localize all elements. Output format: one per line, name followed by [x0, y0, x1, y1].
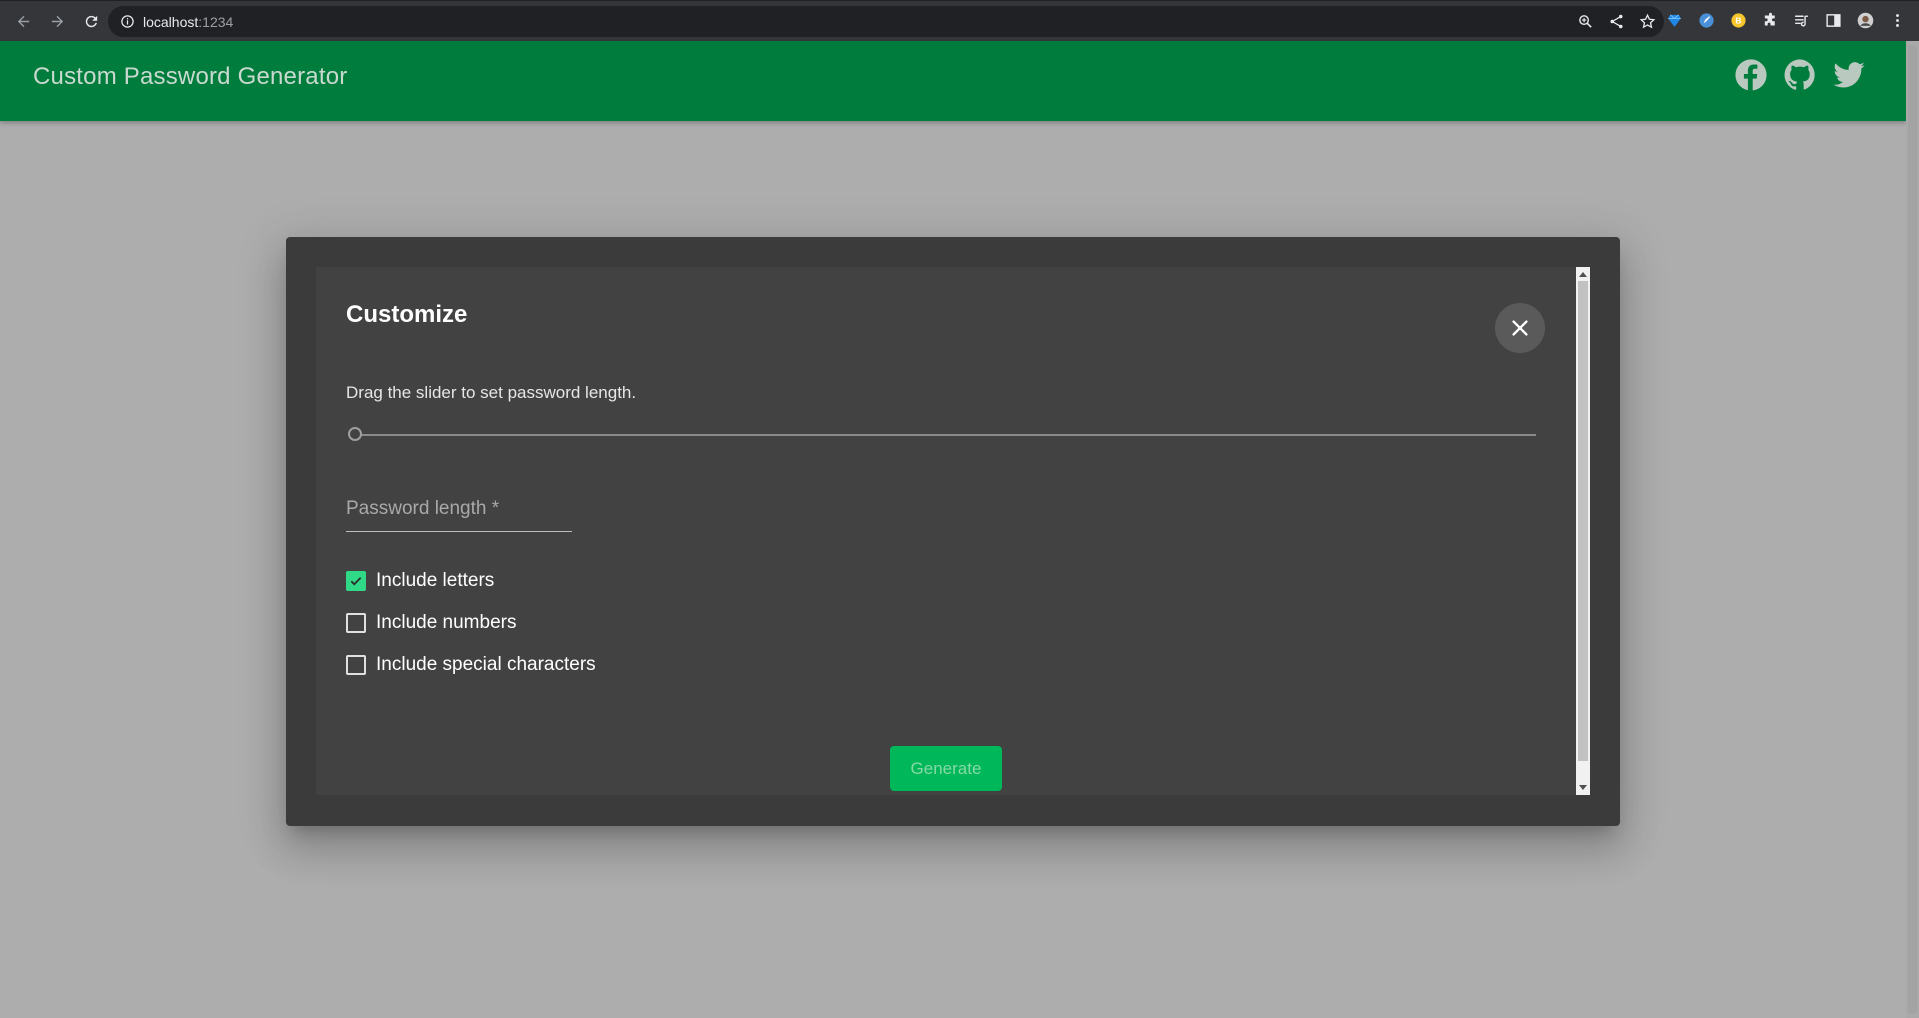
- scroll-down-arrow-icon[interactable]: [1579, 785, 1587, 790]
- forward-icon: [51, 15, 63, 27]
- checkbox-include-special-characters[interactable]: Include special characters: [346, 654, 596, 676]
- generate-button[interactable]: Generate: [890, 746, 1002, 791]
- side-panel-icon[interactable]: [1822, 9, 1844, 31]
- slider-rail[interactable]: [356, 434, 1536, 436]
- profile-avatar-icon[interactable]: [1854, 9, 1876, 31]
- back-icon: [17, 15, 29, 27]
- password-length-input[interactable]: [346, 487, 572, 531]
- checkbox-label: Include letters: [376, 570, 495, 591]
- scroll-up-arrow-icon[interactable]: [1579, 272, 1587, 277]
- checkbox-include-letters[interactable]: Include letters: [346, 570, 494, 592]
- app-bar: Custom Password Generator: [0, 41, 1906, 121]
- checkbox-unchecked[interactable]: [346, 655, 366, 675]
- page-scrollbar[interactable]: [1906, 41, 1919, 1018]
- zoom-icon[interactable]: [1577, 13, 1594, 30]
- twitter-link[interactable]: [1831, 57, 1867, 93]
- dialog-content: Customize Drag the slider to set passwor…: [316, 267, 1576, 795]
- url-host: localhost: [143, 13, 199, 30]
- check-icon: [350, 577, 362, 586]
- close-icon: [1512, 320, 1528, 336]
- close-button[interactable]: [1495, 303, 1545, 353]
- extension-gem-icon[interactable]: [1663, 9, 1685, 31]
- checkbox-checked[interactable]: [346, 571, 366, 591]
- app-title: Custom Password Generator: [33, 63, 348, 90]
- checkbox-label: Include numbers: [376, 612, 517, 633]
- reload-icon: [85, 15, 97, 27]
- svg-text:B: B: [1735, 15, 1741, 25]
- checkbox-label: Include special characters: [376, 654, 596, 675]
- playlist-icon[interactable]: [1790, 9, 1812, 31]
- browser-toolbar: localhost:1234 B: [0, 0, 1919, 41]
- slider-hint: Drag the slider to set password length.: [346, 383, 637, 402]
- dialog-scrollbar[interactable]: [1576, 267, 1590, 795]
- facebook-link[interactable]: [1733, 57, 1769, 93]
- address-bar[interactable]: localhost:1234: [108, 6, 1664, 37]
- slider-thumb[interactable]: [348, 427, 362, 441]
- password-length-field[interactable]: [346, 487, 572, 532]
- url-text: localhost:1234: [143, 14, 233, 30]
- url-port: :1234: [198, 13, 234, 30]
- extension-coin-icon[interactable]: B: [1727, 9, 1749, 31]
- star-icon[interactable]: [1639, 13, 1656, 30]
- customize-dialog: Customize Drag the slider to set passwor…: [286, 237, 1620, 826]
- checkbox-unchecked[interactable]: [346, 613, 366, 633]
- facebook-icon: [1735, 59, 1767, 91]
- dialog-title: Customize: [346, 301, 468, 328]
- page-scrollbar-thumb[interactable]: [1908, 45, 1917, 1014]
- share-icon[interactable]: [1608, 13, 1625, 30]
- github-link[interactable]: [1782, 57, 1818, 93]
- extension-pen-icon[interactable]: [1695, 9, 1717, 31]
- twitter-icon: [1833, 62, 1865, 88]
- github-icon: [1784, 59, 1815, 90]
- info-icon[interactable]: [119, 14, 135, 30]
- forward-button[interactable]: [42, 6, 72, 36]
- menu-dots-icon[interactable]: [1886, 9, 1908, 31]
- checkbox-include-numbers[interactable]: Include numbers: [346, 612, 516, 634]
- puzzle-icon[interactable]: [1759, 9, 1781, 31]
- password-length-slider[interactable]: [346, 425, 1536, 445]
- back-button[interactable]: [8, 6, 38, 36]
- reload-button[interactable]: [76, 6, 106, 36]
- dialog-scrollbar-thumb[interactable]: [1578, 281, 1588, 761]
